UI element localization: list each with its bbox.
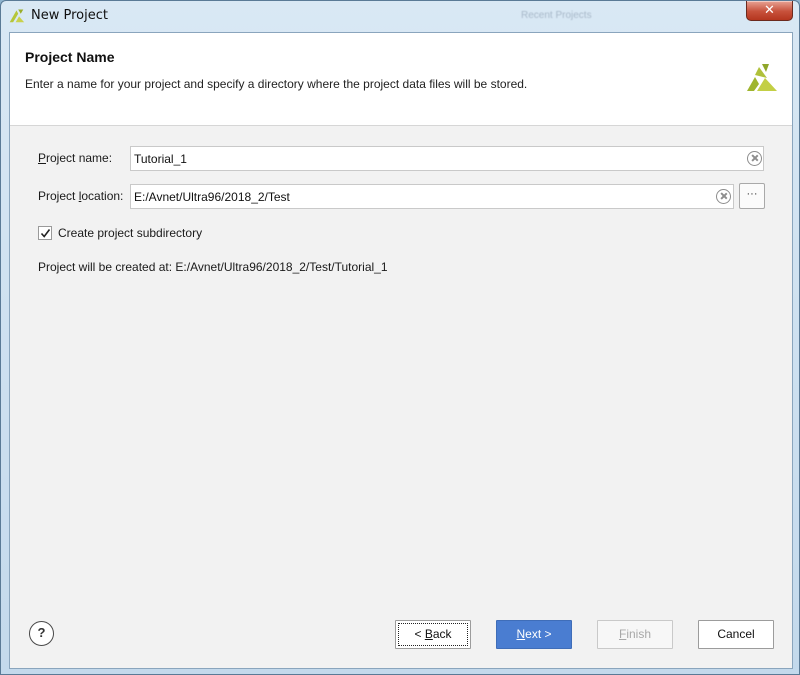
dialog-content: Project Name Enter a name for your proje… [9,32,793,669]
help-button[interactable]: ? [29,621,54,646]
checkmark-icon [40,229,51,238]
cancel-button[interactable]: Cancel [698,620,774,649]
title-bar[interactable]: New Project Recent Projects ✕ [1,1,799,31]
project-name-label: Project name: [38,151,113,165]
create-subdirectory-checkbox[interactable] [38,226,52,240]
window-close-button[interactable]: ✕ [746,1,793,21]
project-path-summary: Project will be created at: E:/Avnet/Ult… [38,260,388,274]
clear-project-location-icon[interactable] [716,189,731,204]
clear-project-name-icon[interactable] [747,151,762,166]
back-button[interactable]: < Back [395,620,471,649]
project-location-input[interactable]: E:/Avnet/Ultra96/2018_2/Test [130,184,734,209]
page-title: Project Name [25,49,115,65]
window-title: New Project [31,8,108,23]
create-subdirectory-label[interactable]: Create project subdirectory [58,226,202,240]
project-name-input[interactable]: Tutorial_1 [130,146,764,171]
finish-button[interactable]: Finish [597,620,673,649]
vivado-logo-icon [747,64,777,91]
project-location-label: Project location: [38,189,124,203]
next-button[interactable]: Next > [496,620,572,649]
browse-location-button[interactable]: ··· [739,183,765,209]
new-project-window: New Project Recent Projects ✕ Project Na… [0,0,800,675]
page-description: Enter a name for your project and specif… [25,77,528,91]
background-window-title: Recent Projects [521,10,592,21]
vivado-logo-icon [9,9,25,23]
page-header: Project Name Enter a name for your proje… [10,33,792,126]
